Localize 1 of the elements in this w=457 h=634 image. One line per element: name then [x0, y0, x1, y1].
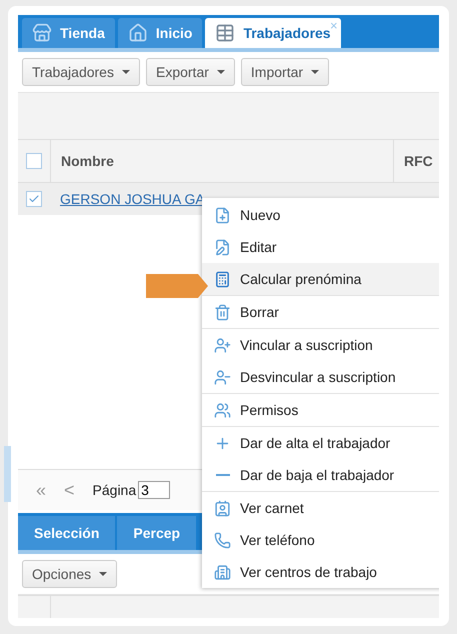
page-label: Página: [92, 482, 136, 498]
